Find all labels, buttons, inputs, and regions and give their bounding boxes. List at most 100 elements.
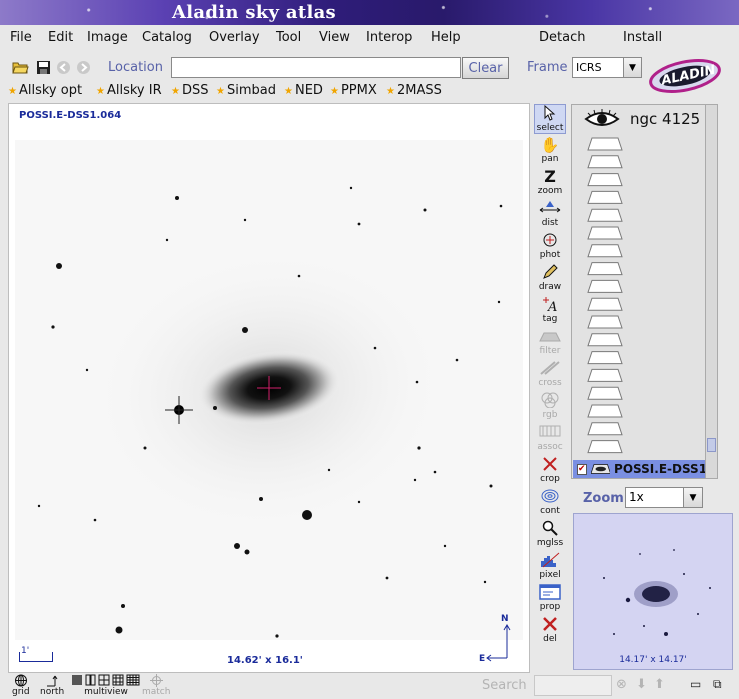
empty-plane[interactable]	[587, 315, 623, 329]
star-icon: ★	[96, 86, 105, 97]
chevron-down-icon[interactable]: ▼	[623, 58, 641, 77]
minimize-window-icon[interactable]: ▭	[690, 677, 701, 691]
layer-checkbox[interactable]: ✔	[577, 463, 587, 475]
hand-icon: ✋	[540, 136, 560, 154]
clear-button[interactable]: Clear	[462, 57, 509, 79]
compass-east: E	[479, 654, 486, 664]
tool-pan[interactable]: ✋ pan	[534, 136, 566, 166]
open-folder-icon[interactable]	[11, 58, 29, 76]
empty-plane[interactable]	[587, 404, 623, 418]
tool-cross[interactable]: cross	[534, 360, 566, 390]
star-icon: ★	[8, 86, 17, 97]
menu-image[interactable]: Image	[87, 30, 128, 45]
menu-view[interactable]: View	[319, 30, 350, 45]
tool-label: phot	[539, 250, 561, 260]
zoom-thumbnail	[603, 549, 711, 636]
arrow-down-icon[interactable]: ⬇	[636, 677, 647, 692]
empty-plane[interactable]	[587, 422, 623, 436]
tool-cont[interactable]: cont	[534, 488, 566, 518]
chevron-down-icon[interactable]: ▼	[683, 488, 702, 507]
external-window-icon[interactable]: ⧉	[713, 677, 722, 692]
grid-toggle[interactable]: grid	[12, 674, 30, 697]
menu-tool[interactable]: Tool	[276, 30, 301, 45]
menu-edit[interactable]: Edit	[48, 30, 73, 45]
menu-catalog[interactable]: Catalog	[142, 30, 192, 45]
toolbar: Location Clear Frame ICRS ▼	[0, 54, 739, 82]
empty-plane[interactable]	[587, 155, 623, 169]
zoom-select[interactable]: 1x ▼	[625, 487, 703, 508]
image-view[interactable]: POSSI.E-DSS1.064 1' 14.62' x 16.1' N E	[8, 103, 530, 673]
survey-simbad[interactable]: ★ Simbad	[216, 83, 276, 98]
sky-image[interactable]	[15, 140, 523, 640]
tool-label: zoom	[537, 186, 563, 196]
empty-plane[interactable]	[587, 279, 623, 293]
empty-plane[interactable]	[587, 351, 623, 365]
menu-help[interactable]: Help	[431, 30, 461, 45]
tool-crop[interactable]: crop	[534, 456, 566, 486]
empty-plane[interactable]	[587, 244, 623, 258]
layer-row[interactable]: ✔ POSSI.E-DSS1.064	[573, 460, 706, 478]
empty-plane[interactable]	[587, 262, 623, 276]
stack-scrollbar[interactable]	[705, 105, 717, 478]
tool-phot[interactable]: phot	[534, 232, 566, 262]
tool-select[interactable]: select	[534, 104, 566, 134]
menu-detach[interactable]: Detach	[539, 30, 585, 45]
tool-label: tag	[542, 314, 558, 324]
menu-file[interactable]: File	[10, 30, 32, 45]
stack-target[interactable]: ngc 4125	[584, 109, 700, 129]
save-disk-icon[interactable]	[34, 58, 52, 76]
cross-icon	[539, 360, 561, 378]
tool-pixel[interactable]: pixel	[534, 552, 566, 582]
empty-plane[interactable]	[587, 297, 623, 311]
empty-plane[interactable]	[587, 333, 623, 347]
zoom-view[interactable]: 14.17' x 14.17'	[573, 513, 733, 670]
survey-allsky-opt[interactable]: ★ Allsky opt	[8, 83, 82, 98]
aladin-window: Aladin sky atlas File Edit Image Catalog…	[0, 0, 739, 699]
tool-prop[interactable]: prop	[534, 584, 566, 614]
tool-tag[interactable]: A tag	[534, 296, 566, 326]
tool-label: prop	[539, 602, 561, 612]
empty-plane[interactable]	[587, 226, 623, 240]
empty-plane[interactable]	[587, 386, 623, 400]
empty-plane[interactable]	[587, 440, 623, 454]
menu-interop[interactable]: Interop	[366, 30, 412, 45]
tool-draw[interactable]: draw	[534, 264, 566, 294]
survey-ppmx[interactable]: ★ PPMX	[330, 83, 377, 98]
north-toggle[interactable]: north	[40, 674, 64, 697]
tool-assoc[interactable]: assoc	[534, 424, 566, 454]
tool-filter[interactable]: filter	[534, 328, 566, 358]
tool-zoom[interactable]: Z zoom	[534, 168, 566, 198]
empty-plane[interactable]	[587, 368, 623, 382]
empty-plane[interactable]	[587, 190, 623, 204]
multiview-toggle[interactable]: multiview	[72, 674, 140, 697]
tool-dist[interactable]: dist	[534, 200, 566, 230]
back-icon[interactable]	[54, 58, 72, 76]
scrollbar-thumb[interactable]	[707, 438, 716, 452]
menu-overlay[interactable]: Overlay	[209, 30, 260, 45]
empty-plane[interactable]	[587, 208, 623, 222]
properties-icon	[539, 584, 561, 602]
frame-select[interactable]: ICRS ▼	[572, 57, 642, 78]
forward-icon[interactable]	[74, 58, 92, 76]
survey-2mass[interactable]: ★ 2MASS	[386, 83, 442, 98]
aladin-logo: ALADIN	[647, 52, 723, 98]
search-clear-icon[interactable]: ⊗	[616, 677, 627, 692]
menu-install[interactable]: Install	[623, 30, 662, 45]
north-arrow-icon	[45, 674, 59, 687]
tool-mglss[interactable]: mglss	[534, 520, 566, 550]
survey-ned[interactable]: ★ NED	[284, 83, 323, 98]
arrow-up-icon[interactable]: ⬆	[654, 677, 665, 692]
empty-plane[interactable]	[587, 173, 623, 187]
survey-dss[interactable]: ★ DSS	[171, 83, 208, 98]
compass-north: N	[501, 614, 509, 624]
galaxy-layer-icon	[590, 464, 611, 474]
menu-bar: File Edit Image Catalog Overlay Tool Vie…	[0, 27, 739, 49]
location-input[interactable]	[171, 57, 461, 78]
tool-rgb[interactable]: rgb	[534, 392, 566, 422]
match-toggle[interactable]: match	[142, 674, 170, 697]
tool-del[interactable]: del	[534, 616, 566, 646]
search-input[interactable]	[534, 675, 612, 696]
empty-plane[interactable]	[587, 137, 623, 151]
survey-allsky-ir[interactable]: ★ Allsky IR	[96, 83, 162, 98]
histogram-icon	[539, 552, 561, 570]
